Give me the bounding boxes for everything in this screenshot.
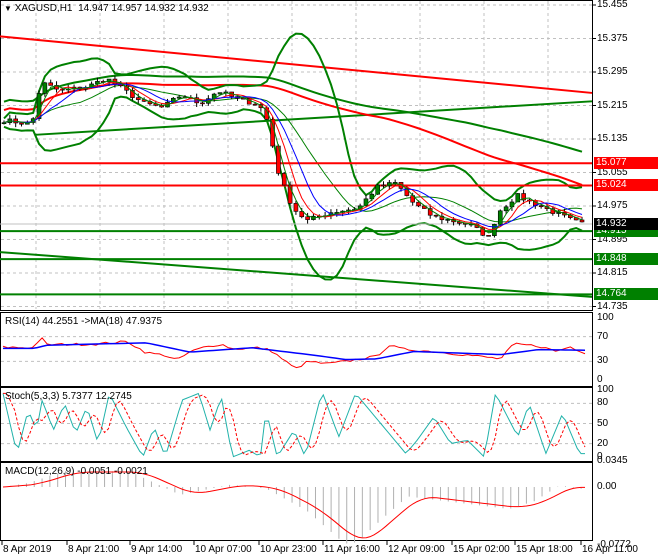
stoch-axis-label: 50 bbox=[597, 417, 609, 429]
candle-body bbox=[293, 203, 299, 212]
stoch-title: Stoch(5,3,3) 5.7377 12.2745 bbox=[5, 391, 132, 402]
header: ▼ XAGUSD,H1 14.947 14.957 14.932 14.932 bbox=[4, 3, 209, 14]
candle-body bbox=[135, 97, 141, 100]
candle-body bbox=[217, 92, 223, 95]
rsi-axis-label: 70 bbox=[597, 330, 609, 342]
candle-body bbox=[200, 102, 205, 105]
candle-body bbox=[48, 82, 54, 86]
stoch-signal-line bbox=[3, 392, 586, 456]
candle-body bbox=[433, 214, 439, 217]
rsi-ma-line bbox=[3, 342, 586, 361]
price-axis-label: 15.215 bbox=[597, 99, 628, 111]
candle-body bbox=[305, 216, 310, 220]
price-axis-label: 15.375 bbox=[597, 32, 628, 44]
price-axis-label: 15.455 bbox=[597, 0, 628, 10]
price-axis-label: 15.295 bbox=[597, 66, 628, 77]
macd-title: MACD(12,26,9) -0.0051 -0.0021 bbox=[5, 466, 148, 477]
stoch-axis-label: 20 bbox=[597, 437, 609, 449]
time-axis-label: 12 Apr 09:00 bbox=[388, 544, 445, 555]
rsi-axis-label: 30 bbox=[597, 355, 609, 367]
resistance-trendline bbox=[0, 35, 593, 94]
current-price-label: 14.932 bbox=[594, 218, 658, 230]
price-axis-label: 15.135 bbox=[597, 133, 628, 144]
level-label: 14.848 bbox=[594, 253, 658, 266]
support-trendline bbox=[34, 100, 593, 136]
level-label: 15.077 bbox=[594, 157, 658, 170]
macd-axis-label: 0.0345 bbox=[597, 455, 628, 467]
time-axis-label: 10 Apr 07:00 bbox=[195, 544, 252, 555]
chart-window[interactable]: ▼ XAGUSD,H1 14.947 14.957 14.932 14.932 … bbox=[0, 0, 660, 560]
candle-body bbox=[445, 219, 451, 221]
candle-body bbox=[19, 122, 24, 125]
level-label: 15.024 bbox=[594, 179, 658, 192]
ma-fast bbox=[3, 81, 583, 230]
price-axis-label: 14.735 bbox=[597, 300, 628, 312]
macd-axis-label: 0.00 bbox=[597, 481, 617, 492]
time-axis-label: 9 Apr 14:00 bbox=[131, 544, 183, 555]
candle-body bbox=[579, 219, 585, 223]
price-axis-label: 14.975 bbox=[597, 200, 628, 211]
ohlc-values: 14.947 14.957 14.932 14.932 bbox=[78, 3, 209, 14]
candle-body bbox=[281, 173, 287, 186]
candle-body bbox=[497, 210, 503, 225]
time-axis-label: 8 Apr 21:00 bbox=[68, 544, 120, 555]
candle-body bbox=[1, 122, 7, 124]
candle-body bbox=[486, 235, 491, 237]
time-axis-label: 11 Apr 16:00 bbox=[324, 544, 380, 555]
time-axis-label: 16 Apr 11:00 bbox=[582, 544, 638, 555]
stoch-axis-label: 80 bbox=[597, 397, 609, 409]
price-axis-label: 14.815 bbox=[597, 267, 628, 278]
candle-body bbox=[381, 184, 386, 187]
time-axis-label: 8 Apr 2019 bbox=[3, 544, 52, 555]
candle-body bbox=[252, 103, 258, 106]
time-axis-label: 10 Apr 23:00 bbox=[260, 544, 317, 555]
triangle-down-icon[interactable]: ▼ bbox=[4, 4, 12, 13]
stoch-axis-label: 100 bbox=[597, 384, 614, 395]
candle-body bbox=[503, 206, 509, 212]
time-axis-label: 15 Apr 02:00 bbox=[453, 544, 510, 555]
rsi-title: RSI(14) 44.2551 ->MA(18) 47.9375 bbox=[5, 316, 163, 327]
candle-body bbox=[176, 96, 182, 99]
macd-signal-line bbox=[2, 471, 586, 539]
symbol-label: XAGUSD,H1 bbox=[14, 3, 73, 14]
level-label: 14.764 bbox=[594, 288, 658, 301]
panel-frame bbox=[0, 0, 593, 311]
rsi-axis-label: 100 bbox=[597, 312, 614, 323]
candle-body bbox=[538, 205, 544, 208]
candle-body bbox=[42, 82, 48, 94]
bollinger-lower bbox=[3, 95, 583, 281]
time-axis-label: 15 Apr 18:00 bbox=[516, 544, 573, 555]
long-ma-red bbox=[3, 82, 583, 186]
